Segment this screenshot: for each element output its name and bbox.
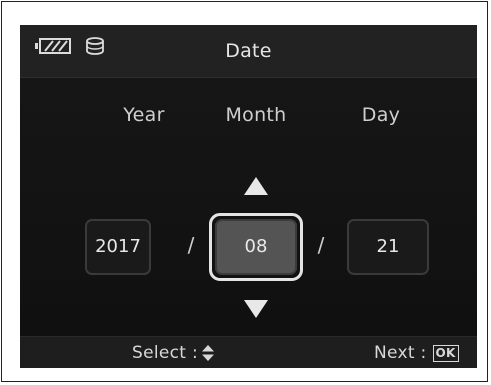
camera-display-frame: Date Year Month Day 2017 / 08 / 21 Selec… (1, 1, 488, 382)
day-label: Day (361, 104, 401, 126)
ok-button-icon: OK (432, 344, 459, 362)
date-separator: / (317, 233, 325, 257)
menu-header: Date (20, 25, 477, 78)
next-hint-label: Next : (374, 343, 427, 363)
camera-screen: Date Year Month Day 2017 / 08 / 21 Selec… (20, 25, 477, 368)
date-separator: / (187, 233, 195, 257)
increment-arrow-icon[interactable] (243, 176, 269, 196)
decrement-arrow-icon[interactable] (243, 299, 269, 319)
select-hint: Select : (132, 337, 214, 368)
selection-highlight (209, 213, 303, 281)
month-label: Month (225, 104, 287, 126)
year-label: Year (123, 104, 165, 126)
select-hint-label: Select : (132, 343, 198, 363)
date-setting-panel: Year Month Day 2017 / 08 / 21 (20, 78, 477, 336)
up-down-arrows-icon (201, 345, 214, 361)
day-field[interactable]: 21 (347, 219, 429, 275)
year-field[interactable]: 2017 (85, 219, 151, 275)
page-title: Date (225, 40, 272, 62)
next-hint: Next : OK (374, 337, 459, 368)
button-guide-bar: Select : Next : OK (20, 336, 477, 368)
